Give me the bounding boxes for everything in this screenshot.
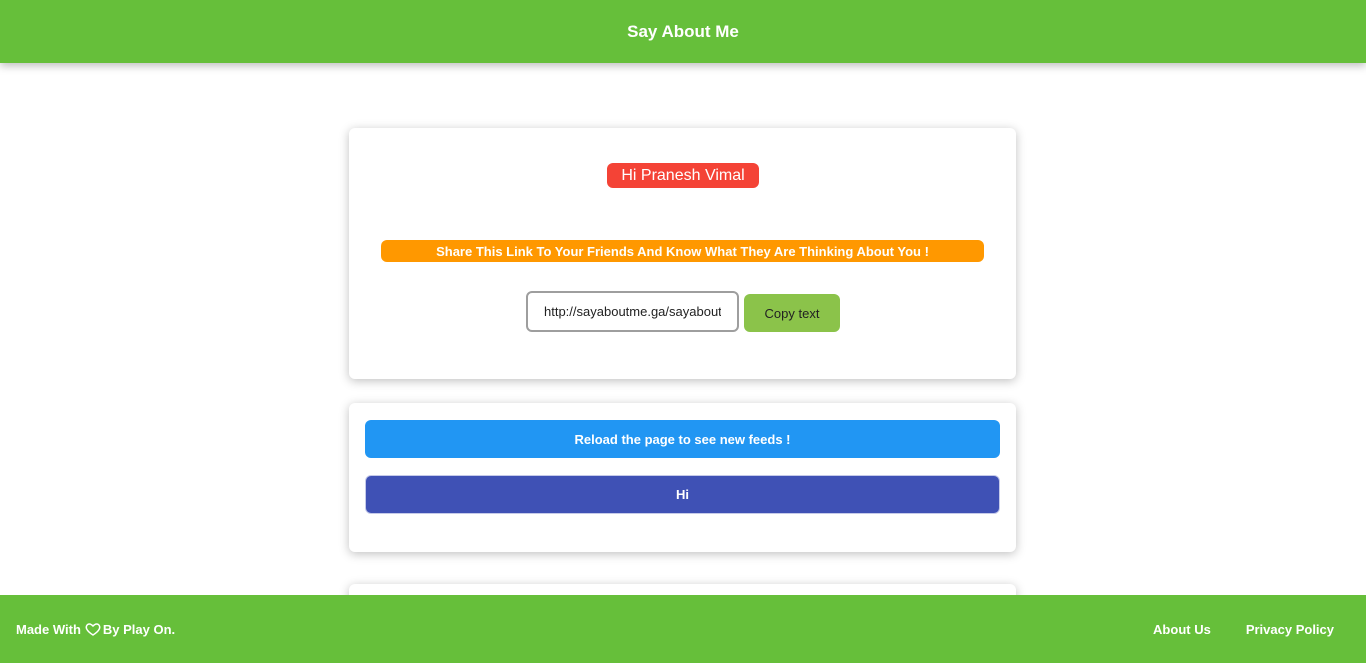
heart-icon (85, 623, 101, 636)
reload-notice: Reload the page to see new feeds ! (365, 420, 1000, 458)
made-with-credit: Made With By Play On. (16, 595, 175, 663)
copy-text-button[interactable]: Copy text (744, 294, 840, 332)
about-us-link[interactable]: About Us (1153, 622, 1211, 637)
share-link-input[interactable] (526, 291, 739, 332)
feed-item: Hi (365, 475, 1000, 514)
footer-links: About Us Privacy Policy (1153, 595, 1334, 663)
greeting-badge: Hi Pranesh Vimal (607, 163, 759, 188)
feeds-card: Reload the page to see new feeds ! Hi (349, 403, 1016, 552)
app-title: Say About Me (627, 21, 739, 41)
made-with-suffix: By Play On. (102, 621, 176, 637)
profile-card: Hi Pranesh Vimal Share This Link To Your… (349, 128, 1016, 379)
privacy-policy-link[interactable]: Privacy Policy (1246, 622, 1334, 637)
share-banner: Share This Link To Your Friends And Know… (381, 240, 984, 262)
app-footer: Made With By Play On. About Us Privacy P… (0, 595, 1366, 663)
app-header: Say About Me (0, 0, 1366, 63)
made-with-prefix: Made With (16, 621, 81, 637)
